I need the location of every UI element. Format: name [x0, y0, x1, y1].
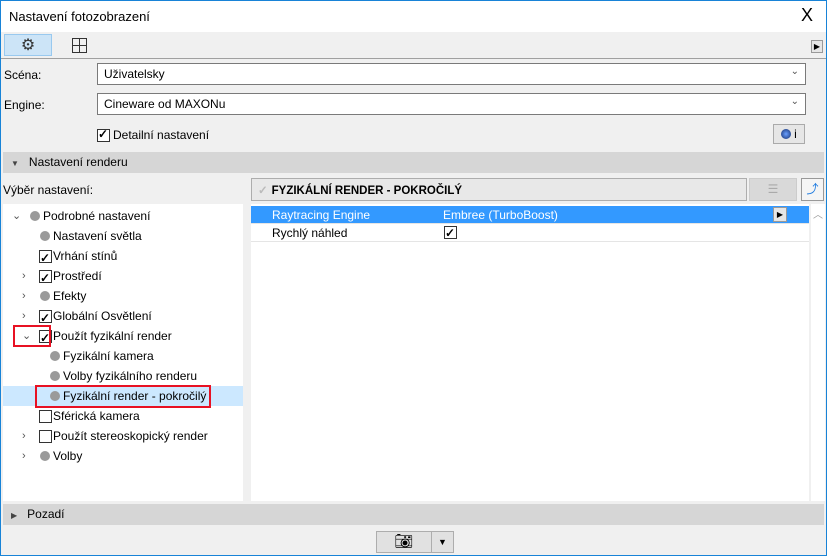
- checkbox[interactable]: [97, 127, 110, 142]
- bullet-icon: [40, 451, 50, 461]
- tree-item-label: Volby fyzikálního renderu: [63, 369, 198, 383]
- bullet-icon: [50, 371, 60, 381]
- tree-item[interactable]: › Globální Osvětlení: [3, 306, 243, 328]
- tree-item-label: Sférická kamera: [53, 409, 140, 423]
- tree-item-label: Nastavení světla: [53, 229, 142, 243]
- chevron-down-icon: ⌄: [790, 66, 799, 77]
- engine-label: Engine:: [4, 98, 45, 112]
- scene-select[interactable]: Uživatelsky ⌄: [97, 63, 806, 85]
- chevron-right-icon[interactable]: ›: [22, 446, 26, 466]
- section-label: Pozadí: [27, 507, 65, 521]
- expand-right-button[interactable]: ▶: [811, 40, 823, 53]
- detail-checkbox[interactable]: Detailní nastavení: [97, 127, 210, 142]
- highlight-box: [35, 385, 211, 408]
- engine-select[interactable]: Cineware od MAXONu ⌄: [97, 93, 806, 115]
- bullet-icon: [40, 231, 50, 241]
- render-settings-header[interactable]: ▼ Nastavení renderu: [3, 152, 824, 173]
- window-title: Nastavení fotozobrazení: [9, 9, 150, 24]
- preset-value: FYZIKÁLNÍ RENDER - POKROČILÝ: [271, 185, 463, 197]
- check-icon: ✓: [258, 185, 268, 197]
- checkbox[interactable]: [39, 308, 52, 328]
- chevron-right-icon[interactable]: ›: [22, 306, 26, 326]
- tree-item-label: Podrobné nastavení: [43, 209, 151, 223]
- checkbox[interactable]: [39, 248, 52, 268]
- tree-item[interactable]: Sférická kamera: [3, 406, 243, 426]
- section-label: Nastavení renderu: [28, 155, 128, 169]
- chevron-down-icon[interactable]: ▼: [432, 532, 453, 552]
- tree-item-label: Globální Osvětlení: [53, 309, 152, 323]
- property-row-quick-preview[interactable]: Rychlý náhled: [251, 224, 809, 242]
- tree-item-label: Efekty: [53, 289, 87, 303]
- checkbox[interactable]: [39, 430, 52, 443]
- tab-settings[interactable]: ⚙: [4, 34, 52, 56]
- crop-frame-icon: [71, 37, 87, 53]
- properties-panel: Raytracing Engine Embree (TurboBoost) ▶ …: [251, 204, 809, 501]
- checkbox[interactable]: [39, 410, 52, 423]
- tree-item-label: Použít stereoskopický render: [53, 429, 208, 443]
- tree-item[interactable]: Nastavení světla: [3, 226, 243, 246]
- scene-label: Scéna:: [4, 68, 42, 82]
- engine-value: Cineware od MAXONu: [104, 97, 226, 111]
- cineware-info-button[interactable]: i: [773, 124, 805, 144]
- gear-icon: ⚙: [20, 37, 36, 54]
- triangle-down-icon: ▼: [11, 159, 19, 168]
- quick-preview-checkbox[interactable]: [444, 224, 457, 242]
- bullet-icon: [40, 291, 50, 301]
- bullet-icon: [30, 211, 40, 221]
- property-row-raytracing[interactable]: Raytracing Engine Embree (TurboBoost) ▶: [251, 206, 809, 224]
- chevron-right-icon[interactable]: ›: [22, 426, 26, 446]
- tree-item[interactable]: Fyzikální kamera: [3, 346, 243, 366]
- tree-item-label: Fyzikální kamera: [63, 349, 154, 363]
- submenu-arrow-button[interactable]: ▶: [773, 207, 787, 222]
- tree-item[interactable]: ⌄ Podrobné nastavení: [3, 206, 243, 226]
- cineware-logo-icon: [781, 129, 792, 139]
- tree-item[interactable]: › Použít stereoskopický render: [3, 426, 243, 446]
- list-view-button[interactable]: ☰: [749, 178, 797, 201]
- scroll-up-icon[interactable]: ︿: [813, 206, 823, 221]
- chevron-down-icon: ⌄: [790, 96, 799, 107]
- property-name: Rychlý náhled: [272, 226, 348, 240]
- chevron-right-icon[interactable]: ›: [22, 286, 26, 306]
- tree-item[interactable]: › Efekty: [3, 286, 243, 306]
- preset-field[interactable]: ✓ FYZIKÁLNÍ RENDER - POKROČILÝ: [251, 178, 747, 201]
- checkbox[interactable]: [39, 268, 52, 288]
- export-document-icon: ⤴: [806, 182, 819, 196]
- detail-label: Detailní nastavení: [113, 128, 210, 142]
- highlight-box: [13, 325, 51, 347]
- chevron-down-icon[interactable]: ⌄: [12, 206, 21, 226]
- list-icon: ☰: [767, 182, 779, 196]
- property-name: Raytracing Engine: [272, 208, 371, 222]
- tree-item[interactable]: Vrhání stínů: [3, 246, 243, 268]
- tree-item-label: Prostředí: [53, 269, 102, 283]
- settings-tree[interactable]: ⌄ Podrobné nastavení Nastavení světla Vrhán…: [3, 204, 243, 501]
- property-value: Embree (TurboBoost): [443, 208, 558, 222]
- camera-icon: 📷︎: [377, 532, 432, 552]
- tree-item[interactable]: › Prostředí: [3, 266, 243, 288]
- render-button[interactable]: 📷︎ ▼: [376, 531, 454, 553]
- chevron-right-icon[interactable]: ›: [22, 266, 26, 286]
- background-header[interactable]: ▶ Pozadí: [3, 504, 824, 525]
- tree-item-label: Vrhání stínů: [53, 249, 118, 263]
- bullet-icon: [50, 351, 60, 361]
- export-button[interactable]: ⤴: [801, 178, 824, 201]
- close-button[interactable]: X: [801, 5, 813, 26]
- tree-item[interactable]: Volby fyzikálního renderu: [3, 366, 243, 386]
- tree-item[interactable]: › Volby: [3, 446, 243, 466]
- triangle-right-icon: ▶: [11, 511, 18, 520]
- info-label: i: [794, 127, 797, 141]
- tab-view-frame[interactable]: [55, 34, 103, 56]
- tree-item-label: Volby: [53, 449, 83, 463]
- scrollbar[interactable]: ︿: [811, 204, 825, 501]
- divider: [1, 58, 826, 59]
- scene-value: Uživatelsky: [104, 67, 165, 81]
- preset-label: Výběr nastavení:: [3, 183, 94, 197]
- tree-item-label: Použít fyzikální render: [53, 329, 172, 343]
